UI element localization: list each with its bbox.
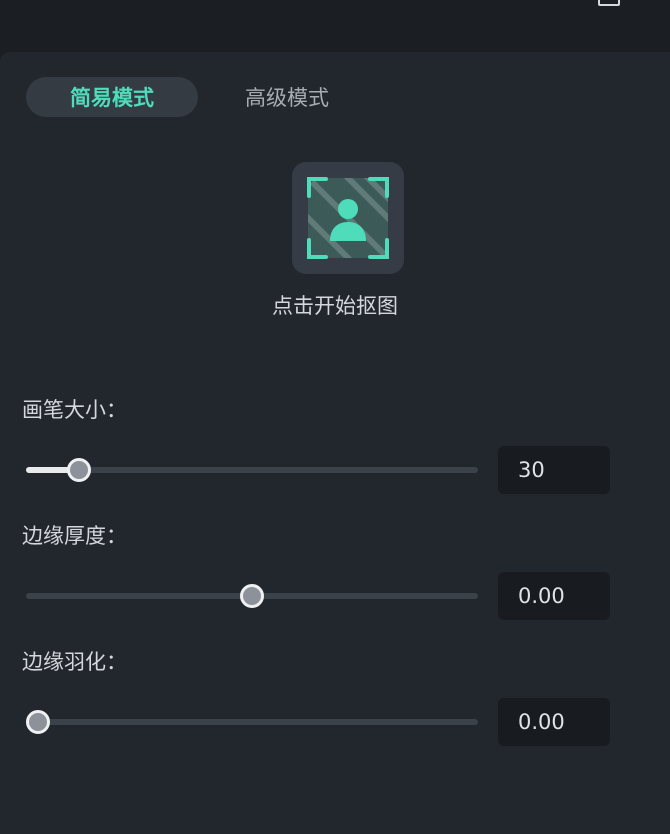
edge-feather-input[interactable]: 0.00 xyxy=(498,698,610,746)
window-icon[interactable] xyxy=(598,0,620,6)
edge-feather-thumb[interactable] xyxy=(26,710,50,734)
edge-feather-slider[interactable] xyxy=(26,710,478,734)
edge-thickness-label: 边缘厚度： xyxy=(22,524,127,548)
top-bar xyxy=(0,0,670,52)
brush-size-slider[interactable] xyxy=(26,458,478,482)
brush-size-label: 画笔大小： xyxy=(22,398,127,422)
tab-simple-mode[interactable]: 简易模式 xyxy=(26,77,198,117)
brush-size-input[interactable]: 30 xyxy=(498,446,610,494)
edge-feather-label: 边缘羽化： xyxy=(22,650,127,674)
start-cutout-label: 点击开始抠图 xyxy=(272,294,398,318)
edge-thickness-input[interactable]: 0.00 xyxy=(498,572,610,620)
start-cutout-button[interactable] xyxy=(292,162,404,274)
person-frame-icon xyxy=(307,177,389,259)
tab-advanced-mode[interactable]: 高级模式 xyxy=(212,77,362,117)
edge-thickness-slider[interactable] xyxy=(26,584,478,608)
brush-size-thumb[interactable] xyxy=(67,458,91,482)
edge-thickness-thumb[interactable] xyxy=(240,584,264,608)
